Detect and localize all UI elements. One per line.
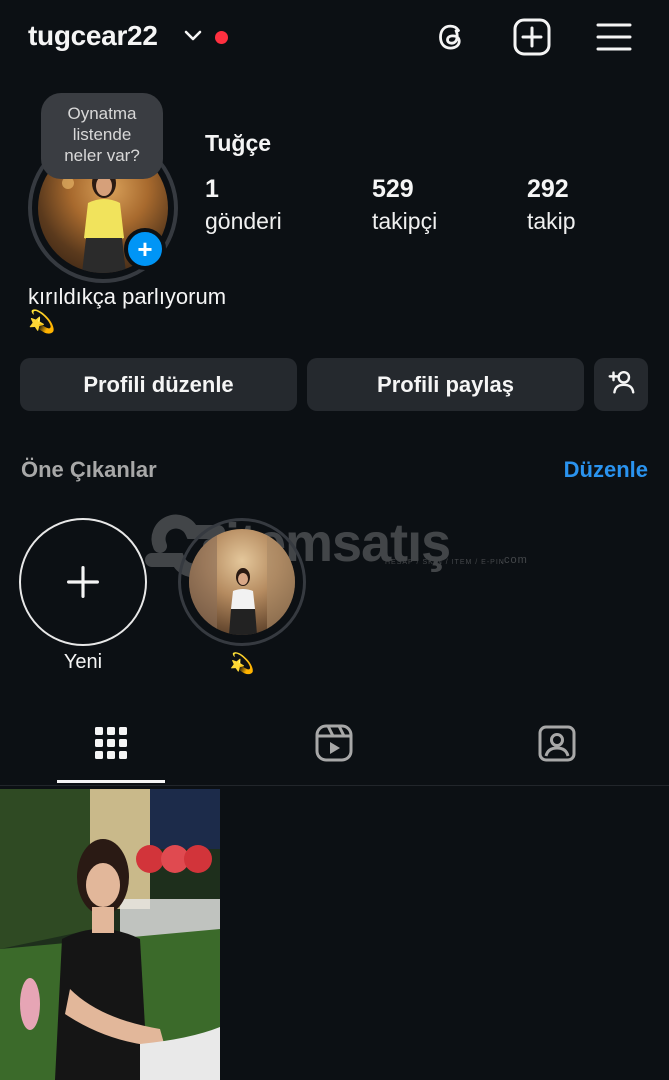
stat-followers[interactable]: 529 takipçi — [372, 173, 437, 237]
stat-posts[interactable]: 1 gönderi — [205, 173, 282, 237]
note-line: neler var? — [64, 146, 140, 165]
note-bubble[interactable]: Oynatma listende neler var? — [41, 93, 163, 179]
notification-dot — [215, 31, 228, 44]
stat-following-label: takip — [527, 208, 576, 234]
highlight-new-label: Yeni — [63, 651, 103, 673]
edit-profile-button[interactable]: Profili düzenle — [20, 358, 297, 411]
watermark-subtext: HESAP / SKIN / ITEM / E-PIN — [385, 559, 505, 566]
highlight-cover[interactable] — [189, 529, 295, 635]
plus-icon — [19, 518, 147, 646]
top-bar: tugcear22 — [0, 0, 669, 78]
reels-icon — [314, 723, 354, 768]
discover-people-button[interactable] — [594, 358, 648, 411]
tabs-divider — [0, 785, 669, 786]
highlight-label: 💫 — [229, 653, 255, 675]
username-switcher[interactable]: tugcear22 — [28, 20, 158, 52]
chevron-down-icon[interactable] — [183, 28, 203, 44]
bio-emoji: 💫 — [28, 309, 56, 334]
tab-tagged[interactable] — [532, 720, 582, 770]
grid-icon — [93, 725, 129, 766]
create-post-icon[interactable] — [512, 17, 552, 57]
note-line: listende — [72, 125, 132, 144]
stat-posts-count: 1 — [205, 175, 219, 203]
active-tab-indicator — [57, 780, 165, 783]
add-story-button[interactable]: + — [124, 228, 166, 270]
tab-reels[interactable] — [309, 720, 359, 770]
tagged-icon — [537, 723, 577, 768]
threads-icon[interactable] — [431, 17, 471, 57]
add-person-icon — [606, 367, 636, 403]
stat-followers-label: takipçi — [372, 208, 438, 234]
highlights-edit-link[interactable]: Düzenle — [564, 457, 648, 483]
watermark-domain: .com — [500, 554, 528, 566]
stat-posts-label: gönderi — [205, 208, 282, 234]
stat-followers-count: 529 — [372, 175, 414, 203]
stat-following-count: 292 — [527, 175, 569, 203]
share-profile-button[interactable]: Profili paylaş — [307, 358, 584, 411]
note-line: Oynatma — [67, 104, 137, 123]
profile-page: tugcear22 + Oynatma listende neler var? … — [0, 0, 669, 1080]
tab-posts[interactable] — [86, 720, 136, 770]
stat-following[interactable]: 292 takip — [527, 173, 576, 237]
highlights-title: Öne Çıkanlar — [21, 457, 157, 482]
bio-text: kırıldıkça parlıyorum — [28, 284, 227, 309]
display-name: Tuğçe — [205, 130, 272, 156]
menu-icon[interactable] — [594, 17, 634, 57]
post-thumbnail[interactable] — [0, 789, 220, 1080]
